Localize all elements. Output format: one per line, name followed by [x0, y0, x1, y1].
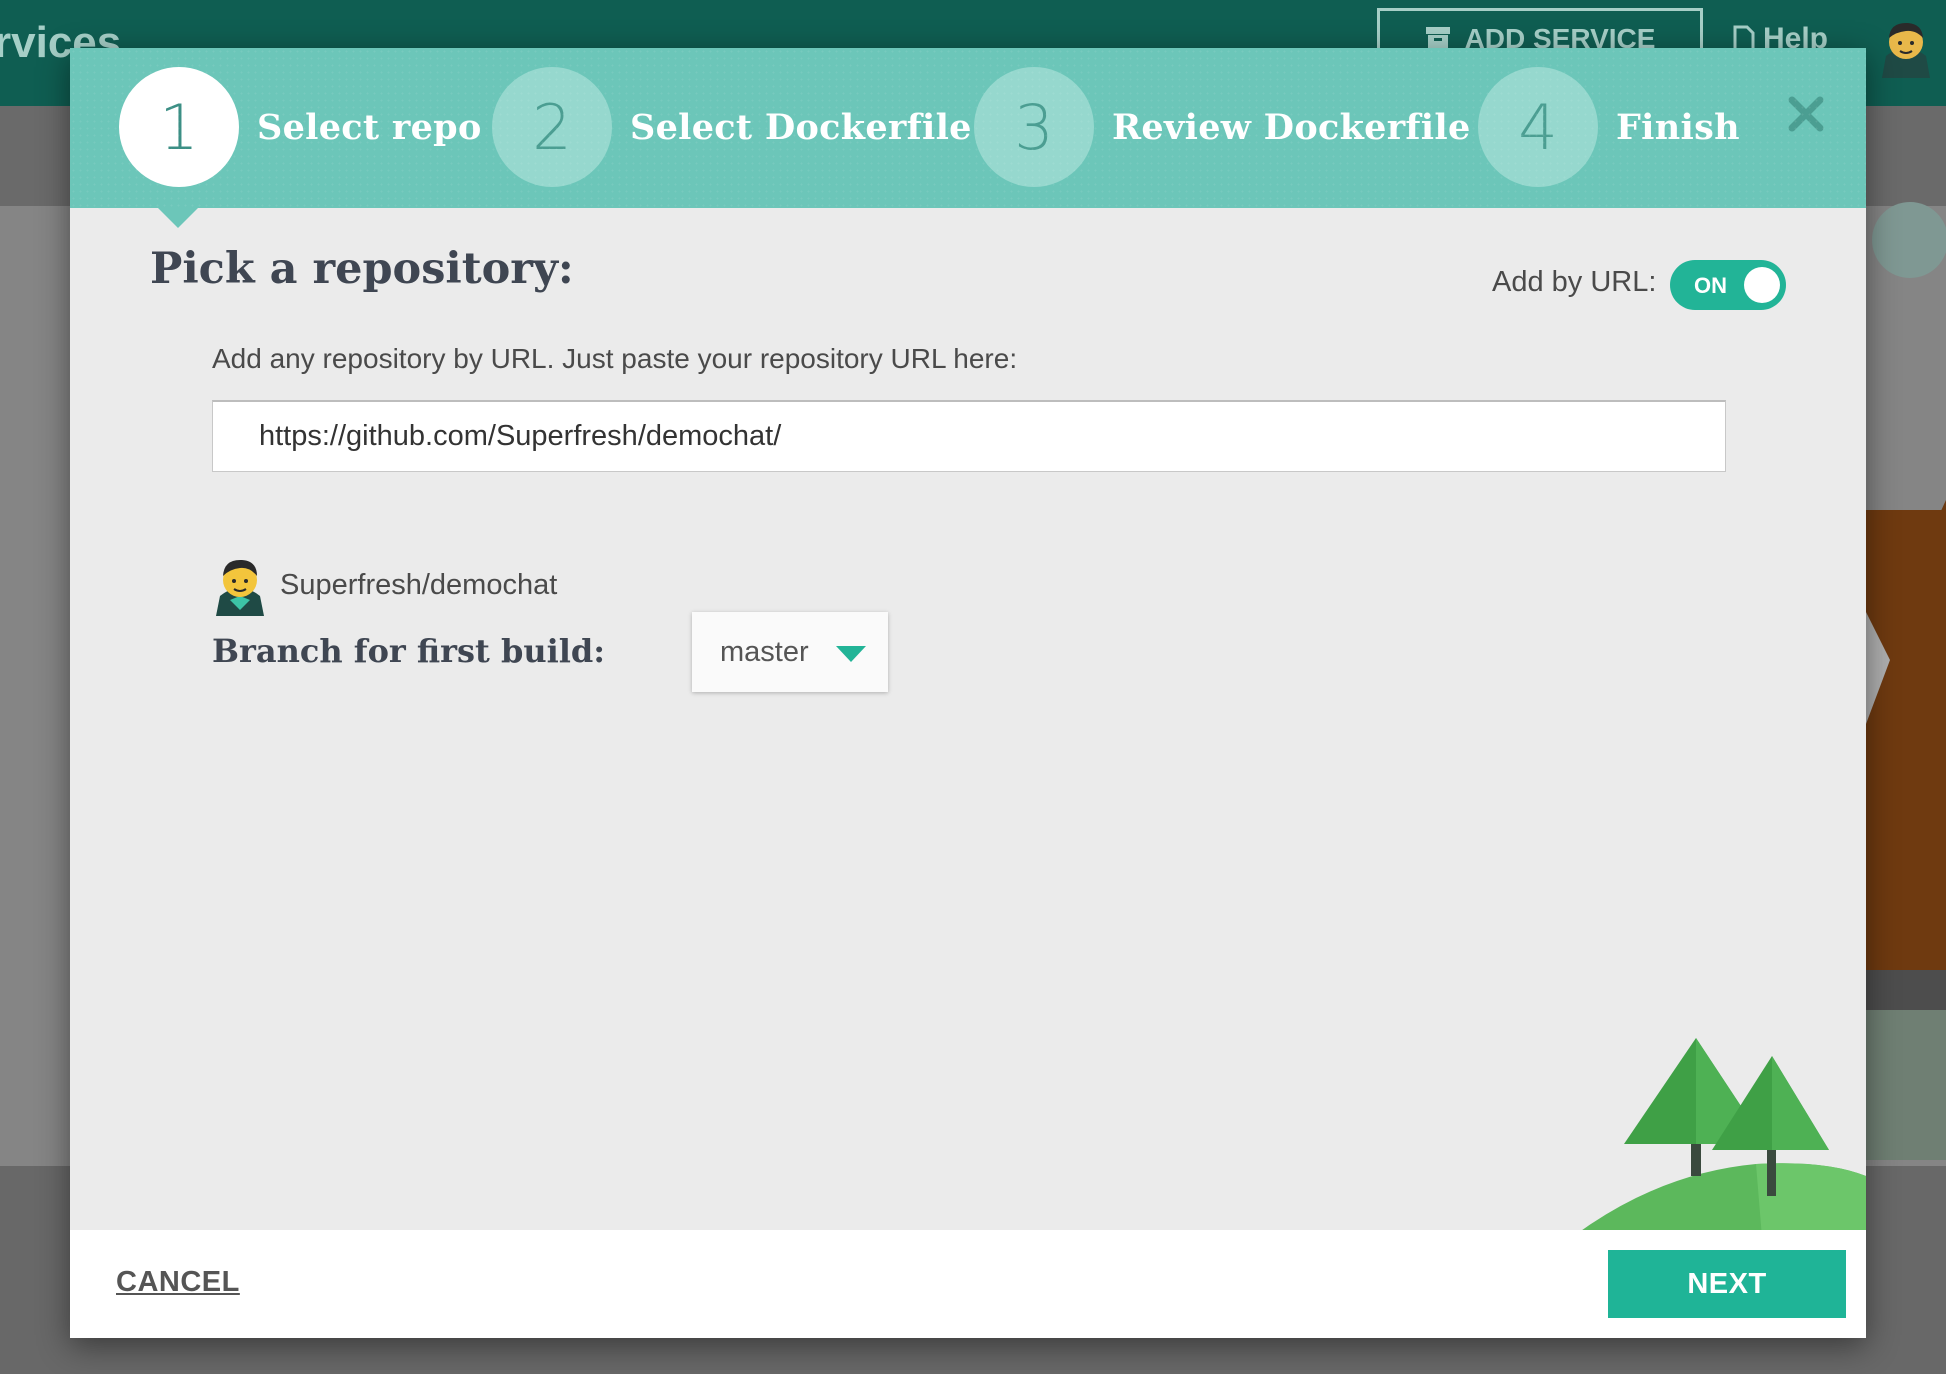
branch-label: Branch for first build: [212, 632, 606, 670]
step-select-repo[interactable]: 1 Select repo [119, 67, 482, 187]
repository-name: Superfresh/demochat [280, 568, 558, 601]
cancel-button[interactable]: CANCEL [116, 1266, 240, 1299]
chevron-down-icon [836, 646, 866, 662]
create-service-modal: 1 Select repo 2 Select Dockerfile 3 Revi… [70, 48, 1866, 1338]
repository-url-input[interactable] [212, 400, 1726, 472]
next-button[interactable]: NEXT [1608, 1250, 1846, 1318]
step-review-dockerfile[interactable]: 3 Review Dockerfile [974, 67, 1471, 187]
step-number: 3 [974, 67, 1094, 187]
step-number: 2 [492, 67, 612, 187]
step-select-dockerfile[interactable]: 2 Select Dockerfile [492, 67, 972, 187]
background-illustration [1860, 202, 1946, 1160]
step-number: 4 [1478, 67, 1598, 187]
step-label: Select Dockerfile [630, 106, 972, 148]
step-number: 1 [119, 67, 239, 187]
url-hint: Add any repository by URL. Just paste yo… [212, 343, 1018, 374]
close-icon[interactable] [1782, 90, 1830, 138]
step-finish[interactable]: 4 Finish [1478, 67, 1740, 187]
step-label: Select repo [257, 106, 482, 148]
user-avatar[interactable] [1878, 16, 1934, 78]
modal-footer: CANCEL NEXT [70, 1230, 1866, 1338]
toggle-state: ON [1694, 273, 1727, 298]
add-by-url-toggle[interactable]: ON [1670, 260, 1786, 310]
add-by-url-label: Add by URL: [1492, 266, 1657, 298]
wizard-stepper: 1 Select repo 2 Select Dockerfile 3 Revi… [70, 48, 1866, 208]
branch-selected-value: master [720, 636, 809, 668]
active-step-pointer [158, 208, 198, 228]
step-label: Review Dockerfile [1112, 106, 1471, 148]
step-label: Finish [1616, 106, 1740, 148]
page-title: Pick a repository: [150, 244, 574, 294]
toggle-knob [1744, 267, 1780, 303]
branch-dropdown[interactable]: master [692, 612, 888, 692]
repository-item: Superfresh/demochat [212, 554, 557, 616]
repo-owner-avatar [216, 559, 264, 616]
